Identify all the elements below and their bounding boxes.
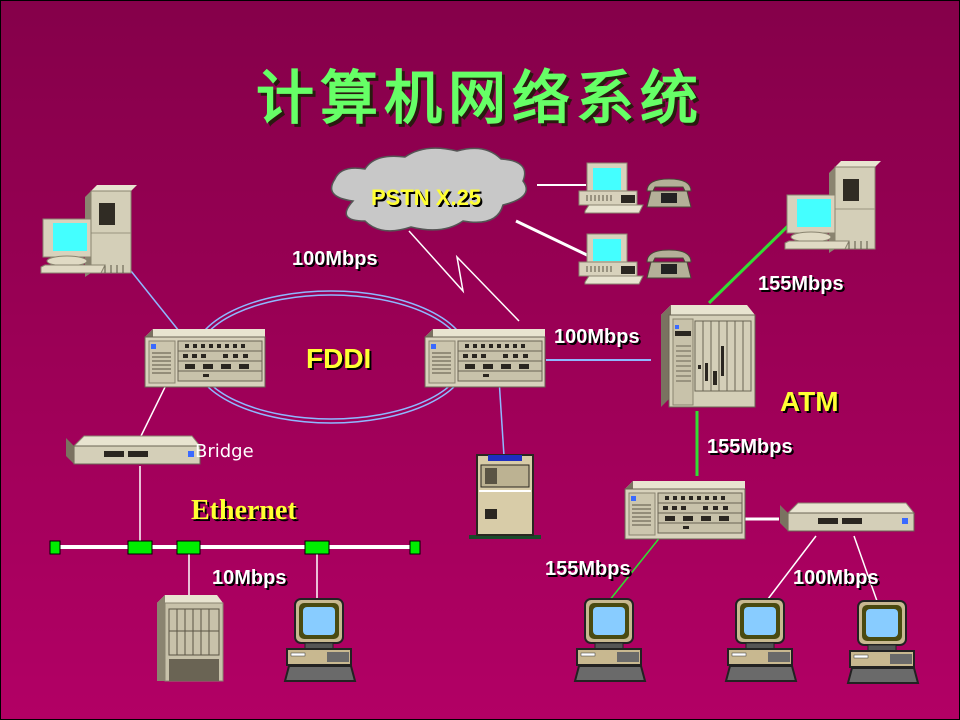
hub-pc-1[interactable] <box>725 598 797 682</box>
mainframe[interactable] <box>469 454 541 539</box>
ethernet-terminator-right <box>409 540 421 555</box>
atm-ws-speed-label: 155Mbps <box>758 273 844 295</box>
atm-switch-speed-label: 155Mbps <box>707 436 793 458</box>
bridge-label: Bridge <box>195 441 254 462</box>
link-ws-router <box>130 270 180 332</box>
ethernet-tap <box>176 540 201 555</box>
link-router-mainframe <box>498 378 505 457</box>
fddi-speed-label: 100Mbps <box>292 248 378 270</box>
hub-device[interactable] <box>779 502 915 532</box>
bridge-device[interactable] <box>65 435 201 465</box>
atm-edge-router[interactable] <box>624 480 746 540</box>
link-pstn-pc2 <box>515 219 590 258</box>
fddi-atm-speed-label: 100Mbps <box>554 326 640 348</box>
atm-pc-speed-label: 155Mbps <box>545 558 631 580</box>
fddi-label: FDDI <box>306 343 372 374</box>
ethernet-terminator-left <box>49 540 61 555</box>
hub-pc-2[interactable] <box>847 600 919 684</box>
fddi-router-right[interactable] <box>424 328 546 388</box>
fddi-router-left[interactable] <box>144 328 266 388</box>
workstation-top-left[interactable] <box>40 184 138 278</box>
network-diagram <box>40 147 919 684</box>
ethernet-label: Ethernet <box>191 495 297 526</box>
pstn-pc-phone-2[interactable] <box>578 233 692 285</box>
pstn-pc-phone-1[interactable] <box>578 162 692 214</box>
link-pstn-zigzag <box>408 230 520 322</box>
atm-switch[interactable] <box>661 305 756 408</box>
atm-label: ATM <box>780 386 839 417</box>
link-router-bridge <box>140 378 170 437</box>
atm-pc[interactable] <box>574 598 646 682</box>
tower-server[interactable] <box>157 595 224 682</box>
ethernet-tap <box>304 540 330 555</box>
ethernet-speed-label: 10Mbps <box>212 567 287 589</box>
pstn-label: PSTN X.25 <box>371 185 482 210</box>
slide: 计算机网络系统 PSTN X.25 100Mbps FDDI 100Mbps 1… <box>0 0 960 720</box>
hub-pc-speed-label: 100Mbps <box>793 567 879 589</box>
ethernet-bus <box>49 540 421 555</box>
ethernet-pc[interactable] <box>284 598 356 682</box>
workstation-top-right[interactable] <box>784 160 882 254</box>
ethernet-tap <box>127 540 153 555</box>
